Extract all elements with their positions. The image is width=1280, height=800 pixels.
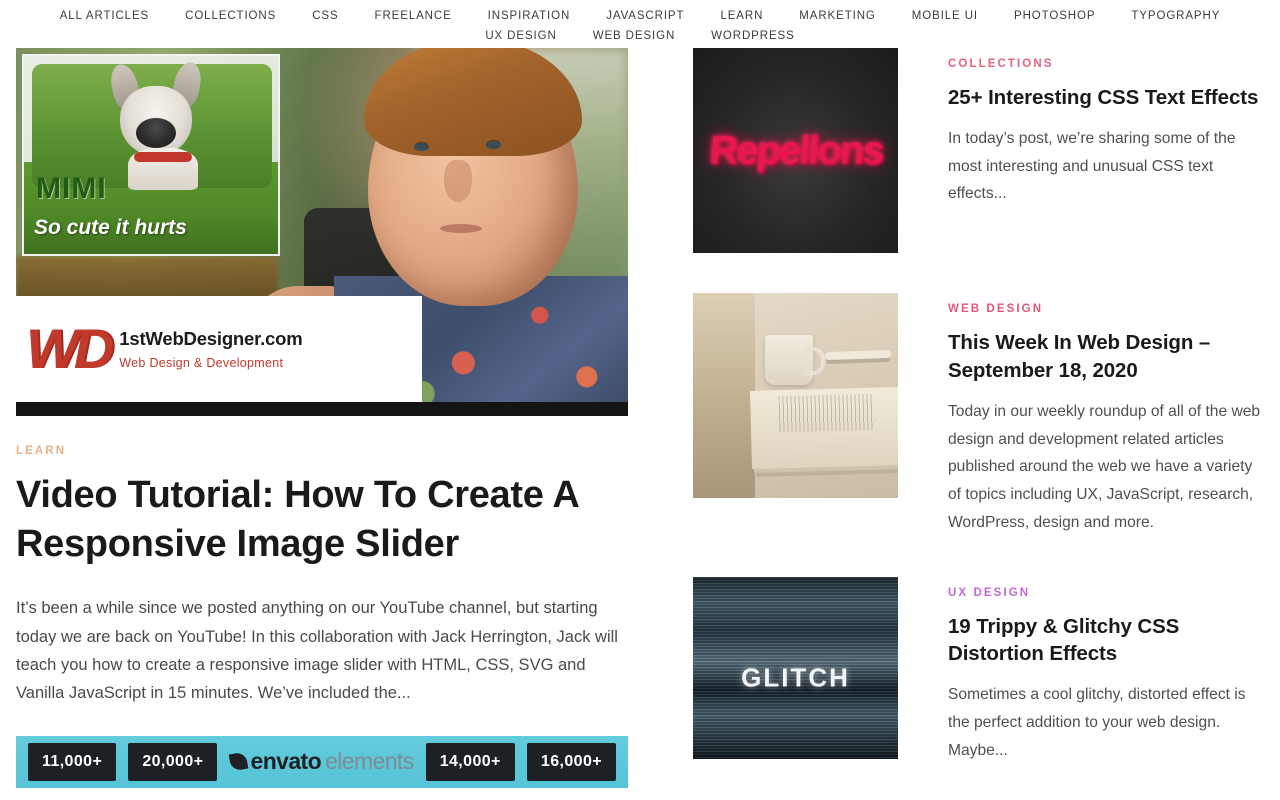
- leaf-icon: [228, 751, 248, 772]
- article-thumbnail-neon[interactable]: Repellons: [693, 48, 898, 253]
- brand-subtitle: Web Design & Development: [119, 356, 284, 370]
- nav-item-ux-design[interactable]: UX DESIGN: [467, 28, 574, 44]
- nav-item-typography[interactable]: TYPOGRAPHY: [1113, 8, 1238, 24]
- card-category-ux-design[interactable]: UX DESIGN: [948, 587, 1030, 599]
- article-thumbnail-glitch[interactable]: GLITCH: [693, 576, 898, 759]
- wd-logo-mark: WD: [26, 317, 114, 380]
- hero-eye-right: [486, 141, 501, 149]
- envato-elements-logo: envato elements: [228, 748, 414, 775]
- featured-article-excerpt: It’s been a while since we posted anythi…: [16, 599, 618, 703]
- desk-wood-edge: [693, 293, 755, 498]
- dog-snout: [136, 118, 176, 148]
- featured-category-link[interactable]: LEARN: [16, 445, 66, 457]
- card-title-css-text-effects[interactable]: 25+ Interesting CSS Text Effects: [948, 84, 1264, 112]
- featured-article-title[interactable]: Video Tutorial: How To Create A Responsi…: [16, 471, 616, 568]
- card-category-collections[interactable]: COLLECTIONS: [948, 58, 1054, 70]
- dog-poster: MIMI So cute it hurts: [22, 54, 280, 256]
- hero-person-hair: [364, 48, 582, 156]
- pen: [824, 349, 892, 361]
- brand-overlay: WD 1stWebDesigner.com Web Design & Devel…: [16, 296, 422, 402]
- card-title-glitchy-css-distortion[interactable]: 19 Trippy & Glitchy CSS Distortion Effec…: [948, 613, 1264, 669]
- nav-item-photoshop[interactable]: PHOTOSHOP: [996, 8, 1113, 24]
- primary-navigation[interactable]: ALL ARTICLES COLLECTIONS CSS FREELANCE I…: [0, 0, 1280, 48]
- nav-item-mobile-ui[interactable]: MOBILE UI: [894, 8, 996, 24]
- page-content: MIMI So cute it hurts WD 1stWebDesigner.…: [0, 48, 1280, 800]
- nav-item-wordpress[interactable]: WORDPRESS: [693, 28, 813, 44]
- list-item: WEB DESIGN This Week In Web Design – Sep…: [693, 293, 1264, 537]
- list-item-body: WEB DESIGN This Week In Web Design – Sep…: [948, 293, 1264, 537]
- nav-item-inspiration[interactable]: INSPIRATION: [470, 8, 589, 24]
- nav-item-web-design[interactable]: WEB DESIGN: [575, 28, 693, 44]
- nav-item-javascript[interactable]: JAVASCRIPT: [588, 8, 702, 24]
- featured-article: MIMI So cute it hurts WD 1stWebDesigner.…: [16, 48, 628, 788]
- brand-title: 1stWebDesigner.com: [119, 328, 303, 349]
- featured-article-image[interactable]: MIMI So cute it hurts WD 1stWebDesigner.…: [16, 48, 628, 416]
- article-list: Repellons COLLECTIONS 25+ Interesting CS…: [693, 48, 1264, 800]
- hero-letterbox-bar: [16, 402, 628, 416]
- list-item: Repellons COLLECTIONS 25+ Interesting CS…: [693, 48, 1264, 253]
- hero-mouth: [440, 224, 482, 233]
- nav-item-learn[interactable]: LEARN: [702, 8, 781, 24]
- thumbnail-glitch-text: GLITCH: [741, 662, 850, 693]
- banner-stat-2: 20,000+: [128, 742, 218, 781]
- card-excerpt: Sometimes a cool glitchy, distorted effe…: [948, 686, 1246, 759]
- list-item-body: UX DESIGN 19 Trippy & Glitchy CSS Distor…: [948, 577, 1264, 765]
- envato-elements-ad-banner[interactable]: 11,000+ 20,000+ envato elements 14,000+ …: [16, 735, 628, 788]
- dog-collar: [134, 152, 192, 162]
- thumbnail-neon-text: Repellons: [707, 128, 884, 172]
- card-excerpt: Today in our weekly roundup of all of th…: [948, 402, 1261, 531]
- nav-item-css[interactable]: CSS: [294, 8, 356, 24]
- banner-stat-4: 16,000+: [526, 742, 616, 781]
- nav-item-marketing[interactable]: MARKETING: [781, 8, 893, 24]
- card-title-this-week-in-web-design[interactable]: This Week In Web Design – September 18, …: [948, 329, 1264, 385]
- nav-item-all-articles[interactable]: ALL ARTICLES: [42, 8, 167, 24]
- banner-stat-3: 14,000+: [425, 742, 515, 781]
- list-item-body: COLLECTIONS 25+ Interesting CSS Text Eff…: [948, 48, 1264, 208]
- newspaper-text-lines: [778, 393, 876, 433]
- card-excerpt: In today’s post, we’re sharing some of t…: [948, 129, 1236, 203]
- banner-stat-1: 11,000+: [28, 742, 117, 781]
- coffee-cup: [765, 335, 825, 385]
- poster-tagline: So cute it hurts: [34, 216, 187, 239]
- hero-eye-left: [414, 143, 429, 151]
- nav-item-freelance[interactable]: FREELANCE: [357, 8, 470, 24]
- elements-wordmark: elements: [325, 748, 414, 775]
- card-category-web-design[interactable]: WEB DESIGN: [948, 303, 1043, 315]
- brand-text-block: 1stWebDesigner.com Web Design & Developm…: [119, 328, 302, 370]
- nav-item-collections[interactable]: COLLECTIONS: [167, 8, 294, 24]
- envato-wordmark: envato: [250, 748, 322, 775]
- article-thumbnail-desk[interactable]: [693, 293, 898, 498]
- hero-nose: [444, 160, 472, 202]
- list-item: GLITCH UX DESIGN 19 Trippy & Glitchy CSS…: [693, 576, 1264, 765]
- poster-dog-name: MIMI: [36, 172, 107, 205]
